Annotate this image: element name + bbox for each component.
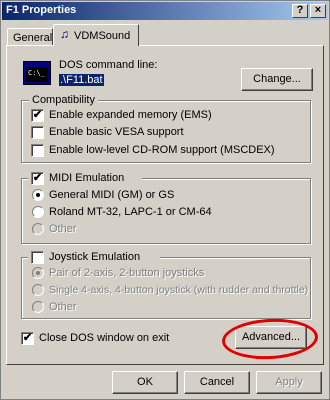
close-on-exit-checkbox[interactable]: ✔ [21, 332, 34, 345]
close-on-exit-label[interactable]: Close DOS window on exit [39, 332, 169, 344]
midi-gm-radio[interactable] [32, 189, 44, 201]
joystick-pair-label: Pair of 2-axis, 2-button joysticks [49, 267, 205, 279]
midi-checkbox[interactable]: ✔ [31, 172, 44, 185]
ems-label[interactable]: Enable expanded memory (EMS) [49, 109, 212, 121]
tab-vdmsound-label: VDMSound [74, 30, 131, 42]
midi-roland-label[interactable]: Roland MT-32, LAPC-1 or CM-64 [49, 206, 212, 218]
dos-command-label: DOS command line: [59, 59, 158, 71]
joystick-other-radio [32, 301, 44, 313]
dos-command-value[interactable]: .\F11.bat [59, 74, 104, 86]
vesa-checkbox[interactable] [31, 126, 44, 139]
close-button[interactable]: × [310, 4, 326, 18]
midi-other-label: Other [49, 223, 77, 235]
apply-button: Apply [256, 371, 322, 394]
tab-vdmsound[interactable]: ♫ VDMSound [53, 24, 139, 46]
joystick-checkbox[interactable] [31, 251, 44, 264]
compatibility-title: Compatibility [29, 94, 98, 106]
joystick-title[interactable]: Joystick Emulation [49, 251, 140, 263]
midi-roland-radio[interactable] [32, 206, 44, 218]
vesa-label[interactable]: Enable basic VESA support [49, 126, 184, 138]
cancel-button[interactable]: Cancel [184, 371, 250, 394]
music-note-icon: ♫ [60, 27, 69, 41]
joystick-pair-radio [32, 267, 44, 279]
mscdex-checkbox[interactable] [31, 144, 44, 157]
tab-general[interactable]: General [7, 28, 53, 45]
window-title: F1 Properties [6, 4, 77, 16]
midi-gm-label[interactable]: General MIDI (GM) or GS [49, 189, 174, 201]
mscdex-label[interactable]: Enable low-level CD-ROM support (MSCDEX) [49, 144, 275, 156]
joystick-single-radio [32, 284, 44, 296]
title-bar[interactable]: F1 Properties ? × [2, 2, 328, 20]
ok-button[interactable]: OK [112, 371, 178, 394]
properties-window: F1 Properties ? × General ♫ VDMSound C:\… [0, 0, 330, 400]
midi-title[interactable]: MIDI Emulation [49, 172, 124, 184]
change-button[interactable]: Change... [241, 68, 313, 91]
ms-dos-icon: C:\_ [23, 61, 51, 85]
ems-checkbox[interactable]: ✔ [31, 109, 44, 122]
joystick-other-label: Other [49, 301, 77, 313]
midi-other-radio [32, 223, 44, 235]
help-button[interactable]: ? [292, 4, 308, 18]
ms-dos-icon-text: C:\_ [28, 69, 45, 77]
joystick-single-label: Single 4-axis, 4-button joystick (with r… [49, 284, 309, 296]
tab-general-label: General [13, 32, 53, 44]
